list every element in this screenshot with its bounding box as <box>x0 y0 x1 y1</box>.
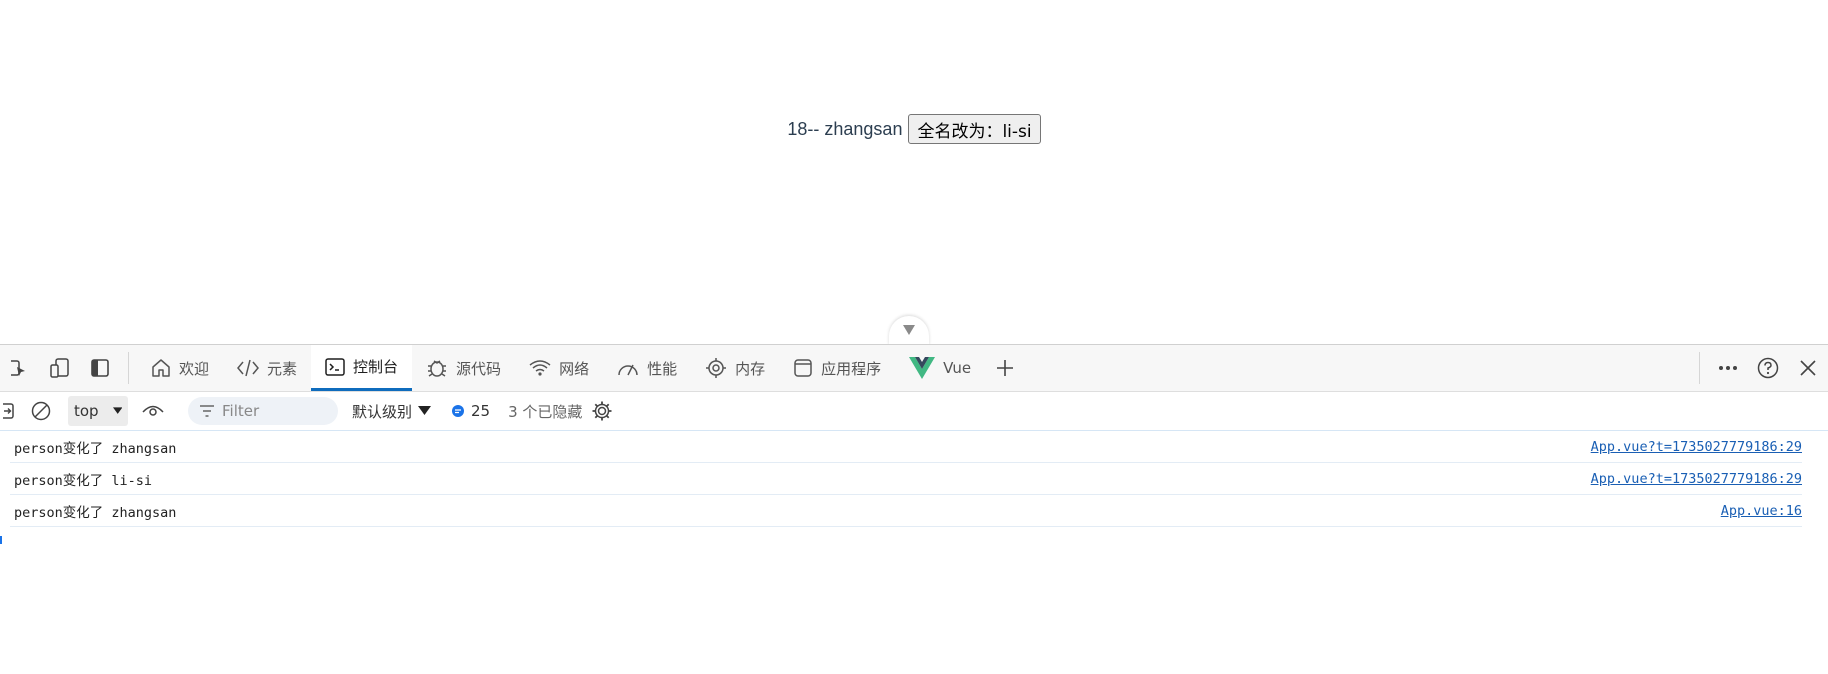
tab-vue[interactable]: Vue <box>895 345 985 391</box>
person-info-text: 18-- zhangsan <box>787 118 903 139</box>
add-tool-button[interactable] <box>985 345 1025 391</box>
bug-icon <box>428 360 447 377</box>
console-message-text: person变化了 zhangsan <box>14 504 177 521</box>
inspect-icon <box>11 360 25 376</box>
context-value: top <box>74 402 99 420</box>
tab-label: 网络 <box>559 359 590 378</box>
inspect-element-button[interactable] <box>0 345 40 391</box>
source-link[interactable]: App.vue:16 <box>1721 503 1802 519</box>
source-link[interactable]: App.vue?t=1735027779186:29 <box>1591 471 1802 487</box>
wifi-icon <box>529 360 551 376</box>
message-count: 25 <box>471 402 491 420</box>
tab-application[interactable]: 应用程序 <box>779 345 895 391</box>
app-window-icon <box>794 359 812 377</box>
tab-sources[interactable]: 源代码 <box>412 345 515 391</box>
filter-icon <box>200 405 214 417</box>
more-options-button[interactable] <box>1708 345 1748 391</box>
app-content: 18-- zhangsan 全名改为：li-si <box>0 114 1828 144</box>
gauge-icon <box>618 364 638 376</box>
tab-network[interactable]: 网络 <box>515 345 603 391</box>
devtools-tabbar: 欢迎 元素 控制台 源代码 网络 性能 内存 应用程序 Vue <box>0 345 1828 392</box>
vue-logo-icon <box>909 357 936 379</box>
tab-label: 应用程序 <box>821 359 882 378</box>
toolbar-divider <box>128 352 129 384</box>
tab-label: 欢迎 <box>179 359 210 378</box>
tab-console[interactable]: 控制台 <box>311 345 413 391</box>
gear-icon <box>592 401 612 421</box>
log-level-select[interactable]: 默认级别 <box>352 401 432 422</box>
collapse-devtools-handle[interactable] <box>889 316 929 346</box>
tab-label: 控制台 <box>353 358 399 376</box>
console-message: person变化了 zhangsan App.vue?t=17350277791… <box>10 431 1802 463</box>
hidden-count: 3 个已隐藏 <box>508 402 583 421</box>
caret-down-icon <box>112 407 122 414</box>
clear-icon <box>31 401 51 421</box>
code-icon <box>237 359 259 377</box>
devtools-actions <box>1691 345 1828 391</box>
console-icon <box>325 357 345 376</box>
message-icon <box>452 405 465 417</box>
console-output: person变化了 zhangsan App.vue?t=17350277791… <box>0 431 1828 527</box>
rename-button[interactable]: 全名改为：li-si <box>908 114 1041 144</box>
filter-placeholder: Filter <box>222 402 260 420</box>
live-expression-button[interactable] <box>128 388 178 434</box>
more-icon <box>1719 366 1737 370</box>
tab-label: 源代码 <box>456 359 502 378</box>
console-prompt-caret[interactable] <box>0 536 2 544</box>
tab-performance[interactable]: 性能 <box>603 345 691 391</box>
device-emulation-button[interactable] <box>40 345 80 391</box>
sidebar-layout-icon <box>91 359 109 377</box>
console-message: person变化了 zhangsan App.vue:16 <box>10 495 1802 527</box>
chip-icon <box>706 358 727 378</box>
console-settings-button[interactable] <box>582 388 622 434</box>
home-icon <box>152 359 170 377</box>
sidebar-toggle-button[interactable] <box>0 388 18 434</box>
clear-console-button[interactable] <box>18 388 64 434</box>
plus-icon <box>997 360 1014 376</box>
help-button[interactable] <box>1748 345 1788 391</box>
dock-side-button[interactable] <box>80 345 120 391</box>
devtools-panel: 欢迎 元素 控制台 源代码 网络 性能 内存 应用程序 Vue top Filt… <box>0 344 1828 674</box>
close-devtools-button[interactable] <box>1788 345 1828 391</box>
tab-elements[interactable]: 元素 <box>223 345 311 391</box>
tab-welcome[interactable]: 欢迎 <box>137 345 223 391</box>
filter-input[interactable]: Filter <box>188 397 338 425</box>
toolbar-divider <box>1699 352 1700 384</box>
tab-label: 内存 <box>735 359 766 378</box>
console-message-text: person变化了 zhangsan <box>14 440 177 457</box>
chevron-down-icon <box>903 325 915 335</box>
console-message-text: person变化了 li-si <box>14 472 153 489</box>
caret-down-icon <box>418 406 432 415</box>
sidebar-toggle-icon <box>3 403 14 419</box>
tab-memory[interactable]: 内存 <box>691 345 779 391</box>
tab-label: 性能 <box>647 359 678 378</box>
tab-label: Vue <box>943 359 972 377</box>
help-icon <box>1757 357 1779 379</box>
log-level-label: 默认级别 <box>352 402 413 421</box>
message-count-badge[interactable]: 25 <box>451 402 490 420</box>
context-select[interactable]: top <box>68 396 128 426</box>
device-icon <box>50 358 69 378</box>
source-link[interactable]: App.vue?t=1735027779186:29 <box>1591 439 1802 455</box>
close-icon <box>1800 360 1816 376</box>
eye-icon <box>142 405 164 416</box>
console-toolbar: top Filter 默认级别 25 3 个已隐藏 <box>0 392 1828 431</box>
console-message: person变化了 li-si App.vue?t=1735027779186:… <box>10 463 1802 495</box>
tab-label: 元素 <box>267 359 298 378</box>
